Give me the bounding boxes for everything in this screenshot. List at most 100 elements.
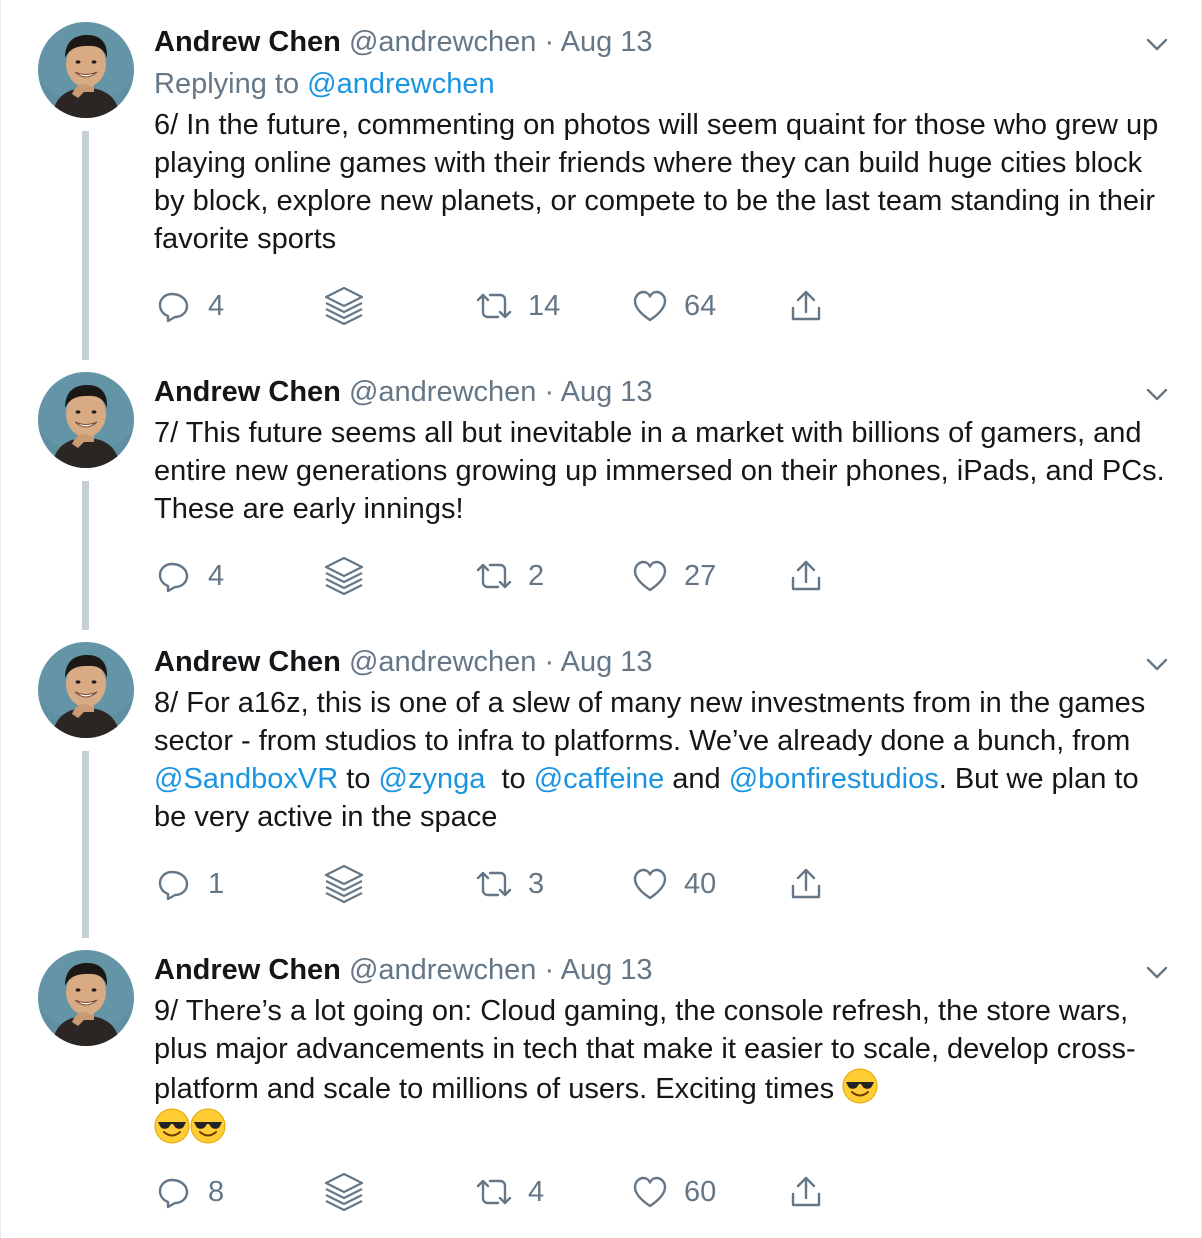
heart-icon xyxy=(632,867,668,901)
like-button[interactable]: 60 xyxy=(632,1170,716,1214)
mention-link-zynga[interactable]: @zynga xyxy=(379,763,486,795)
reply-button[interactable]: 8 xyxy=(156,1170,224,1214)
retweet-icon xyxy=(474,290,514,322)
tweet-date[interactable]: Aug 13 xyxy=(561,26,653,58)
author-name[interactable]: Andrew Chen xyxy=(154,376,341,408)
author-handle[interactable]: @andrewchen xyxy=(349,954,536,986)
mention-link-sandboxvr[interactable]: @SandboxVR xyxy=(154,763,338,795)
like-button[interactable]: 27 xyxy=(632,554,716,598)
sunglasses-emoji-icon xyxy=(190,1108,226,1144)
tweet-thread: Andrew Chen @andrewchen · Aug 13 Replyin… xyxy=(0,0,1202,1238)
retweet-count: 4 xyxy=(528,1176,545,1208)
tweet-header: Andrew Chen @andrewchen · Aug 13 xyxy=(154,642,653,682)
chevron-down-icon[interactable] xyxy=(1143,30,1171,58)
like-button[interactable]: 64 xyxy=(632,284,716,328)
tweet-actions: 8 4 60 xyxy=(154,1170,854,1214)
stack-icon xyxy=(322,284,366,328)
tweet-actions: 1 3 40 xyxy=(154,862,854,906)
tweet-actions: 4 2 27 xyxy=(154,554,854,598)
reply-button[interactable]: 4 xyxy=(156,554,224,598)
avatar[interactable] xyxy=(38,642,134,738)
tweet-date[interactable]: Aug 13 xyxy=(561,646,653,678)
tweet-text-segment: 8/ For a16z, this is one of a slew of ma… xyxy=(154,687,1146,757)
separator-dot: · xyxy=(544,376,555,408)
tweet-text-segment: and xyxy=(664,763,729,795)
tweet-actions: 4 14 64 xyxy=(154,284,854,328)
share-icon xyxy=(789,288,823,324)
retweet-count: 3 xyxy=(528,868,545,900)
stack-icon xyxy=(322,554,366,598)
like-count: 60 xyxy=(684,1176,717,1208)
mention-link-bonfirestudios[interactable]: @bonfirestudios xyxy=(729,763,939,795)
like-count: 40 xyxy=(684,868,717,900)
stack-icon xyxy=(322,862,366,906)
separator-dot: · xyxy=(544,26,555,58)
tweet-text-segment: 6/ In the future, commenting on photos w… xyxy=(154,109,1159,255)
retweet-button[interactable]: 4 xyxy=(474,1170,544,1214)
tweet-header: Andrew Chen @andrewchen · Aug 13 xyxy=(154,372,653,412)
share-button[interactable] xyxy=(789,862,823,906)
reply-button[interactable]: 4 xyxy=(156,284,224,328)
chevron-down-icon[interactable] xyxy=(1143,958,1171,986)
thread-connector-line xyxy=(82,751,89,938)
tweet-text-segment: to xyxy=(338,763,379,795)
heart-icon xyxy=(632,1175,668,1209)
separator-dot: · xyxy=(544,646,555,678)
reply-icon xyxy=(156,866,192,902)
author-handle[interactable]: @andrewchen xyxy=(349,26,536,58)
avatar[interactable] xyxy=(38,372,134,468)
heart-icon xyxy=(632,289,668,323)
share-button[interactable] xyxy=(789,1170,823,1214)
author-name[interactable]: Andrew Chen xyxy=(154,954,341,986)
author-handle[interactable]: @andrewchen xyxy=(349,646,536,678)
replying-label: Replying to xyxy=(154,68,300,100)
stack-icon xyxy=(322,1170,366,1214)
reply-icon xyxy=(156,558,192,594)
retweet-count: 2 xyxy=(528,560,545,592)
author-handle[interactable]: @andrewchen xyxy=(349,376,536,408)
avatar[interactable] xyxy=(38,950,134,1046)
stack-button[interactable] xyxy=(322,284,366,328)
stack-button[interactable] xyxy=(322,1170,366,1214)
replying-mention-link[interactable]: @andrewchen xyxy=(307,68,494,100)
stack-button[interactable] xyxy=(322,862,366,906)
thread-connector-line xyxy=(82,131,89,360)
mention-link-caffeine[interactable]: @caffeine xyxy=(534,763,665,795)
share-icon xyxy=(789,558,823,594)
tweet-text-segment: 7/ This future seems all but inevitable … xyxy=(154,417,1165,525)
thread-connector-line xyxy=(82,481,89,630)
like-button[interactable]: 40 xyxy=(632,862,716,906)
retweet-button[interactable]: 14 xyxy=(474,284,560,328)
retweet-button[interactable]: 3 xyxy=(474,862,544,906)
heart-icon xyxy=(632,559,668,593)
tweet-text: 9/ There’s a lot going on: Cloud gaming,… xyxy=(154,992,1174,1148)
tweet-text: 8/ For a16z, this is one of a slew of ma… xyxy=(154,684,1174,836)
tweet-text: 6/ In the future, commenting on photos w… xyxy=(154,106,1174,258)
stack-button[interactable] xyxy=(322,554,366,598)
retweet-icon xyxy=(474,560,514,592)
avatar[interactable] xyxy=(38,22,134,118)
sunglasses-emoji-icon xyxy=(842,1068,878,1104)
author-name[interactable]: Andrew Chen xyxy=(154,646,341,678)
retweet-button[interactable]: 2 xyxy=(474,554,544,598)
reply-count: 4 xyxy=(208,290,225,322)
chevron-down-icon[interactable] xyxy=(1143,650,1171,678)
tweet-date[interactable]: Aug 13 xyxy=(561,376,653,408)
chevron-down-icon[interactable] xyxy=(1143,380,1171,408)
reply-button[interactable]: 1 xyxy=(156,862,224,906)
like-count: 27 xyxy=(684,560,717,592)
sunglasses-emoji-icon xyxy=(154,1108,190,1144)
retweet-icon xyxy=(474,868,514,900)
separator-dot: · xyxy=(544,954,555,986)
tweet-header: Andrew Chen @andrewchen · Aug 13 xyxy=(154,22,653,62)
tweet-text-segment: 9/ There’s a lot going on: Cloud gaming,… xyxy=(154,995,1136,1105)
share-button[interactable] xyxy=(789,284,823,328)
reply-count: 1 xyxy=(208,868,225,900)
tweet-text-segment: to xyxy=(485,763,534,795)
tweet-date[interactable]: Aug 13 xyxy=(561,954,653,986)
retweet-icon xyxy=(474,1176,514,1208)
tweet-text: 7/ This future seems all but inevitable … xyxy=(154,414,1174,528)
retweet-count: 14 xyxy=(528,290,561,322)
author-name[interactable]: Andrew Chen xyxy=(154,26,341,58)
share-button[interactable] xyxy=(789,554,823,598)
